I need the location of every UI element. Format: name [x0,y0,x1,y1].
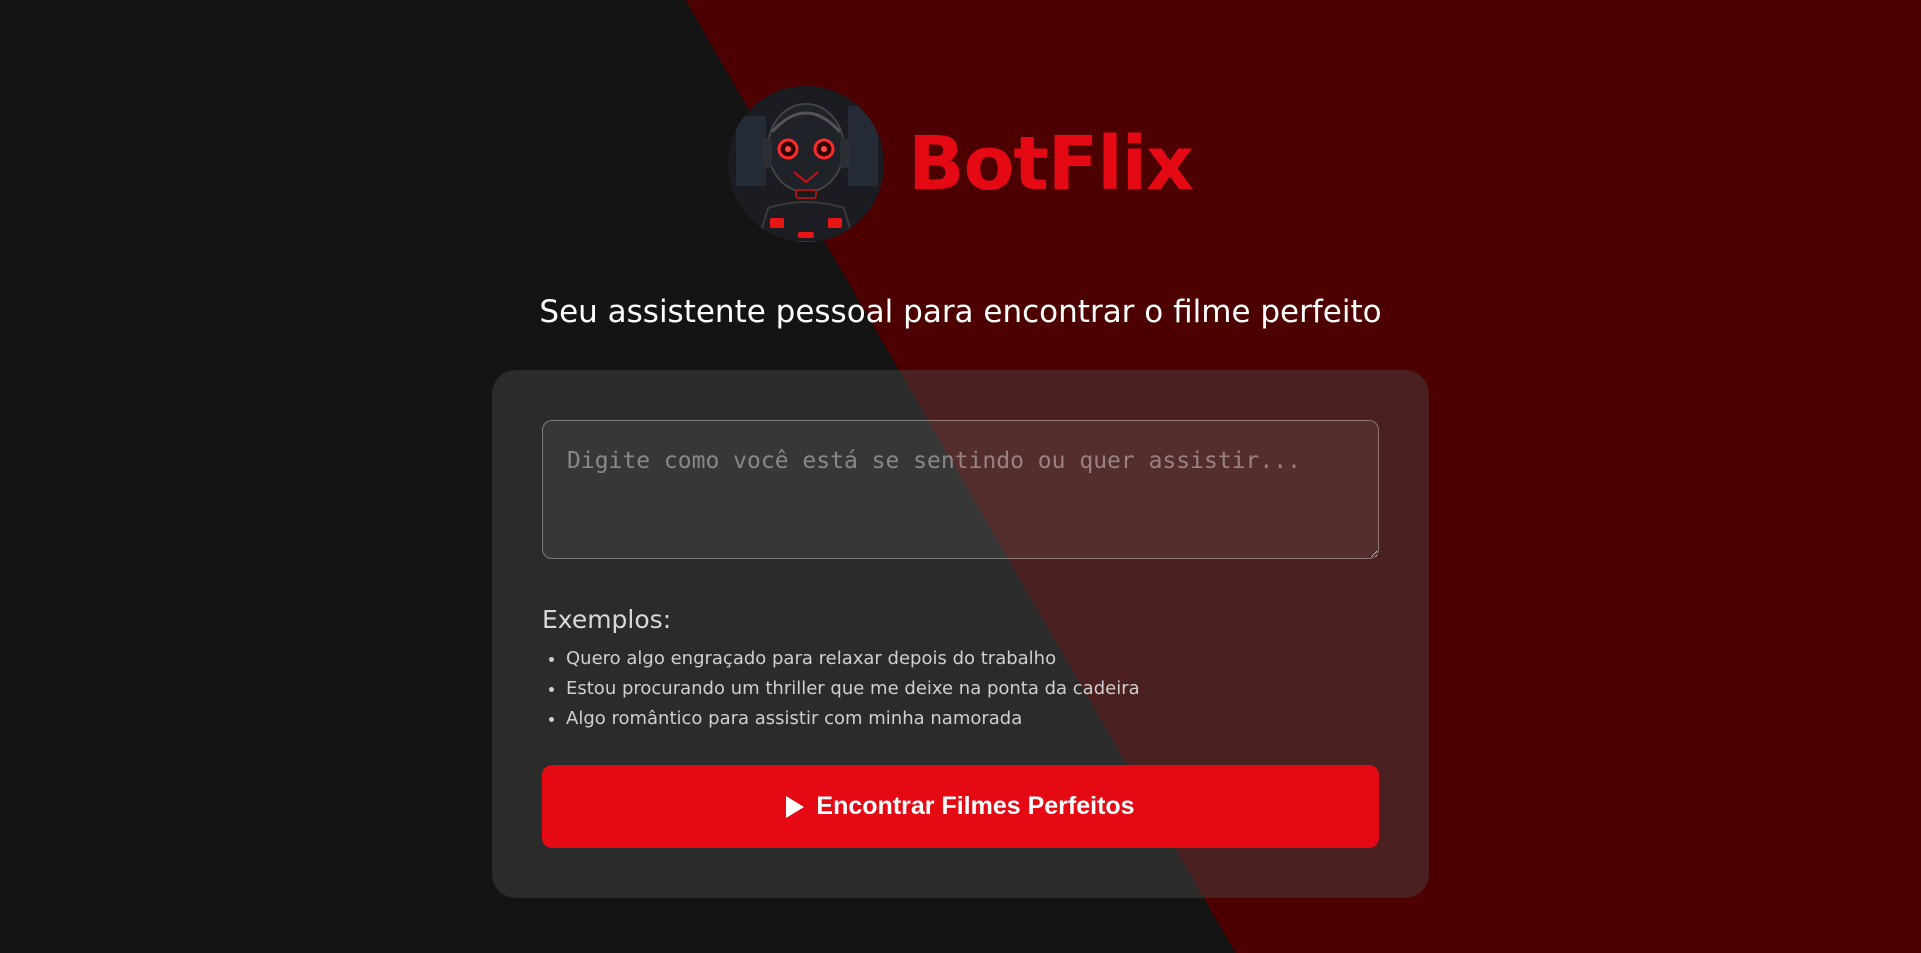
logo: BotFlix [728,86,1194,242]
brand-title: BotFlix [908,121,1194,207]
examples-list: Quero algo engraçado para relaxar depois… [542,644,1379,734]
find-movies-button[interactable]: Encontrar Filmes Perfeitos [542,765,1379,848]
mood-input[interactable] [542,420,1379,559]
tagline: Seu assistente pessoal para encontrar o … [539,294,1382,330]
play-icon [786,795,805,818]
example-item: Algo romântico para assistir com minha n… [566,704,1379,734]
robot-avatar-icon [728,86,885,242]
header: BotFlix [0,86,1921,242]
example-item: Estou procurando um thriller que me deix… [566,674,1379,704]
find-movies-button-label: Encontrar Filmes Perfeitos [816,792,1135,820]
search-card: Exemplos: Quero algo engraçado para rela… [492,370,1429,898]
examples-title: Exemplos: [542,605,672,634]
example-item: Quero algo engraçado para relaxar depois… [566,644,1379,674]
